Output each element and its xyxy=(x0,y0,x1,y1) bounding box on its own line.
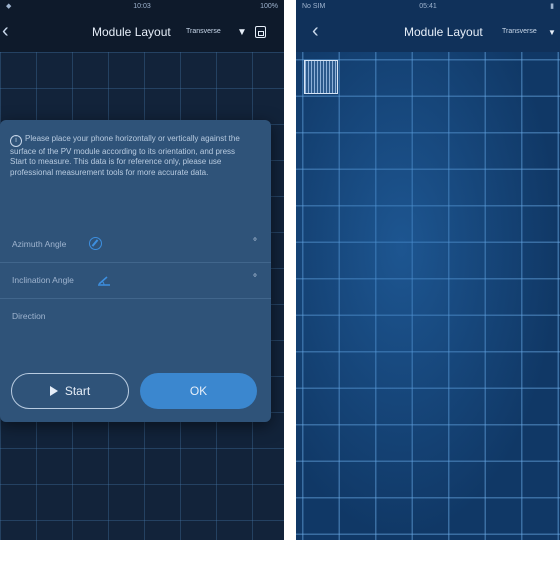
right-screen: No SIM 05:41 ▮ ‹ Module Layout Transvers… xyxy=(296,0,560,540)
start-button[interactable]: Start xyxy=(11,373,129,409)
layout-mode-selector[interactable]: Transverse xyxy=(186,28,221,35)
back-icon[interactable]: ‹ xyxy=(2,20,9,43)
nav-bar: ‹ Module Layout Transverse ▼ xyxy=(296,14,560,50)
page-title: Module Layout xyxy=(92,25,171,39)
inclination-label: Inclination Angle xyxy=(12,275,74,285)
status-time: 10:03 xyxy=(133,2,151,10)
chevron-down-icon[interactable]: ▼ xyxy=(548,28,556,37)
inclination-value: ° xyxy=(253,273,257,284)
module-grid[interactable] xyxy=(296,52,560,540)
direction-label: Direction xyxy=(12,311,46,321)
status-bar: No SIM 05:41 ▮ xyxy=(296,0,560,12)
info-icon: i xyxy=(10,135,22,147)
measurement-dialog: i Please place your phone horizontally or… xyxy=(0,120,271,422)
status-bar: ◆ 10:03 100% xyxy=(0,0,284,12)
save-icon[interactable] xyxy=(255,26,266,38)
direction-row: Direction xyxy=(0,298,271,334)
compass-icon xyxy=(89,237,102,250)
play-icon xyxy=(49,386,58,396)
measurement-notice: i Please place your phone horizontally or… xyxy=(10,134,248,178)
back-icon[interactable]: ‹ xyxy=(312,20,319,43)
azimuth-row: Azimuth Angle ° xyxy=(0,226,271,263)
ok-label: OK xyxy=(189,384,208,398)
azimuth-label: Azimuth Angle xyxy=(12,239,67,249)
notice-text: Please place your phone horizontally or … xyxy=(10,134,240,177)
nav-bar: ‹ Module Layout Transverse ▼ xyxy=(0,14,284,50)
chevron-down-icon[interactable]: ▼ xyxy=(237,27,247,38)
start-label: Start xyxy=(64,384,91,398)
pv-module-tile[interactable] xyxy=(304,60,338,94)
left-screen: ◆ 10:03 100% ‹ Module Layout Transverse … xyxy=(0,0,284,540)
inclination-icon xyxy=(98,276,110,286)
page-title: Module Layout xyxy=(404,25,483,39)
inclination-row: Inclination Angle ° xyxy=(0,262,271,299)
status-time: 05:41 xyxy=(419,2,437,10)
layout-mode-selector[interactable]: Transverse xyxy=(502,28,537,35)
ok-button[interactable]: OK xyxy=(140,373,257,409)
azimuth-value: ° xyxy=(253,237,257,248)
